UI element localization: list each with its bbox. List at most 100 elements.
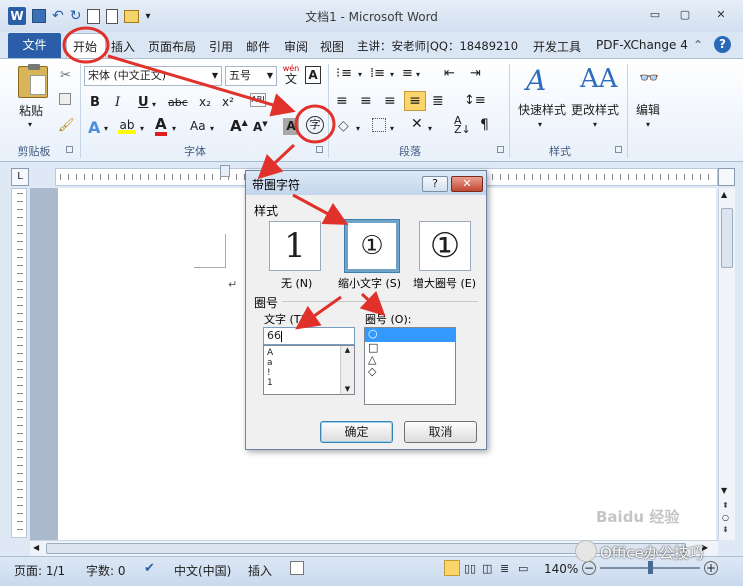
change-styles-dropdown-icon[interactable]: ▾	[593, 120, 597, 129]
style-option-enlarge-symbol[interactable]: ①	[419, 221, 471, 271]
justify-icon[interactable]: ≡	[404, 91, 426, 111]
editing-dropdown-icon[interactable]: ▾	[646, 120, 650, 129]
shape-list-item-selected[interactable]: ○	[365, 328, 455, 342]
tab-home[interactable]: 开始	[73, 38, 97, 55]
save-icon[interactable]	[32, 9, 46, 23]
binoculars-icon[interactable]: 👓	[639, 68, 659, 87]
shape-list-item[interactable]: ◇	[365, 366, 455, 378]
tab-mailings[interactable]: 邮件	[246, 38, 270, 55]
zoom-out-icon[interactable]: −	[582, 561, 596, 575]
tab-pdf-xchange[interactable]: PDF-XChange 4	[596, 38, 688, 52]
decrease-indent-icon[interactable]: ⇤	[444, 66, 455, 81]
shape-list-item[interactable]: □	[365, 342, 455, 354]
scroll-up-icon[interactable]: ▲	[721, 190, 727, 199]
change-case-dropdown-icon[interactable]: ▾	[210, 124, 214, 133]
scroll-down-icon[interactable]: ▼	[341, 385, 354, 393]
redo-icon[interactable]: ↻	[70, 8, 82, 24]
ok-button[interactable]: 确定	[320, 421, 393, 443]
new-document-icon[interactable]	[106, 8, 119, 24]
text-effects-dropdown-icon[interactable]: ▾	[104, 124, 108, 133]
align-left-icon[interactable]: ≡	[336, 93, 348, 109]
chinese-layout-icon[interactable]: ✕	[411, 116, 423, 132]
tab-view[interactable]: 视图	[320, 38, 344, 55]
numbering-icon[interactable]: ⁞≡	[370, 66, 385, 81]
tab-page-layout[interactable]: 页面布局	[148, 38, 196, 55]
full-screen-reading-icon[interactable]: ▯▯	[464, 562, 476, 575]
styles-dialog-launcher[interactable]	[615, 146, 622, 153]
undo-icon[interactable]: ↶	[52, 8, 64, 24]
paragraph-dialog-launcher[interactable]	[497, 146, 504, 153]
vertical-ruler[interactable]	[11, 188, 27, 538]
tab-file[interactable]: 文件	[8, 33, 61, 58]
draft-icon[interactable]: ▭	[518, 562, 528, 575]
shape-list-item[interactable]: △	[365, 354, 455, 366]
browse-object-icon[interactable]: ○	[722, 513, 729, 522]
word-count[interactable]: 字数: 0	[86, 562, 126, 579]
next-page-icon[interactable]: ⇟	[722, 525, 729, 534]
clipboard-dialog-launcher[interactable]	[66, 146, 73, 153]
vertical-scrollbar[interactable]: ▲ ▼ ⇞ ○ ⇟	[718, 188, 735, 540]
close-button[interactable]: ✕	[702, 6, 740, 24]
macro-record-icon[interactable]	[290, 561, 304, 575]
ribbon-minimize-icon[interactable]: ⌃	[693, 38, 703, 52]
grow-font-button[interactable]: A▲	[230, 117, 248, 135]
multilevel-dropdown-icon[interactable]: ▾	[416, 70, 420, 79]
numbering-dropdown-icon[interactable]: ▾	[390, 70, 394, 79]
style-option-shrink-text[interactable]: ①	[344, 219, 400, 273]
text-effects-icon[interactable]: A	[88, 118, 100, 137]
editing-button[interactable]: 编辑	[636, 101, 660, 118]
font-name-combo[interactable]: 宋体 (中文正文) ▼	[84, 66, 222, 86]
scroll-up-icon[interactable]: ▲	[341, 346, 354, 354]
view-ruler-button[interactable]	[718, 168, 735, 186]
increase-indent-icon[interactable]: ⇥	[470, 66, 481, 81]
change-case-button[interactable]: Aa	[190, 119, 206, 133]
line-spacing-icon[interactable]: ↕≡	[464, 93, 486, 108]
help-icon[interactable]: ?	[714, 36, 731, 53]
format-painter-icon[interactable]: 🖌	[58, 118, 75, 133]
subscript-button[interactable]: x₂	[199, 95, 211, 109]
font-dialog-launcher[interactable]	[316, 146, 323, 153]
tab-insert[interactable]: 插入	[111, 38, 135, 55]
insert-mode[interactable]: 插入	[248, 562, 272, 579]
quick-styles-icon[interactable]: A	[526, 64, 546, 97]
tab-developer[interactable]: 开发工具	[533, 38, 581, 55]
tab-custom-presenter[interactable]: 主讲：安老师|QQ：18489210	[357, 38, 518, 54]
shading-icon[interactable]: ◇	[338, 118, 349, 134]
customize-qat-icon[interactable]: ▾	[145, 11, 150, 22]
char-shading-button[interactable]: A	[283, 118, 299, 135]
tab-review[interactable]: 审阅	[284, 38, 308, 55]
shading-dropdown-icon[interactable]: ▾	[356, 124, 360, 133]
phonetic-guide-button[interactable]: wén 文	[282, 64, 300, 86]
enclose-characters-button[interactable]: 字	[306, 116, 324, 134]
paste-icon[interactable]	[18, 64, 48, 98]
copy-icon[interactable]	[59, 93, 71, 105]
sort-icon[interactable]: A Z↓	[454, 115, 471, 135]
scroll-down-icon[interactable]: ▼	[721, 486, 727, 495]
shrink-font-button[interactable]: A▼	[253, 120, 268, 134]
page-count[interactable]: 页面: 1/1	[14, 562, 65, 579]
proofing-icon[interactable]: ✔	[144, 561, 155, 576]
indent-marker[interactable]	[220, 165, 230, 177]
language-status[interactable]: 中文(中国)	[174, 562, 231, 579]
web-layout-icon[interactable]: ◫	[482, 562, 492, 575]
print-layout-icon[interactable]	[444, 560, 460, 576]
underline-dropdown-icon[interactable]: ▾	[152, 100, 156, 109]
text-listbox[interactable]: A a ! 1 ▲ ▼	[263, 345, 355, 395]
bold-button[interactable]: B	[90, 95, 100, 110]
font-size-combo[interactable]: 五号 ▼	[225, 66, 277, 86]
zoom-in-icon[interactable]: +	[704, 561, 718, 575]
borders-dropdown-icon[interactable]: ▾	[390, 124, 394, 133]
cut-icon[interactable]: ✂	[60, 68, 71, 83]
quick-styles-dropdown-icon[interactable]: ▾	[538, 120, 542, 129]
align-center-icon[interactable]: ≡	[360, 93, 372, 109]
ruler-toggle-button[interactable]: L	[11, 168, 29, 186]
scroll-left-icon[interactable]: ◀	[33, 543, 39, 552]
outline-icon[interactable]: ≣	[500, 562, 509, 575]
style-option-none[interactable]: 1	[269, 221, 321, 271]
superscript-button[interactable]: x²	[222, 95, 234, 109]
minimize-button[interactable]: ▭	[640, 6, 670, 24]
tab-references[interactable]: 引用	[209, 38, 233, 55]
paste-dropdown-icon[interactable]: ▾	[28, 120, 32, 129]
highlight-dropdown-icon[interactable]: ▾	[140, 124, 144, 133]
clear-format-icon[interactable]: ABI	[250, 93, 266, 107]
